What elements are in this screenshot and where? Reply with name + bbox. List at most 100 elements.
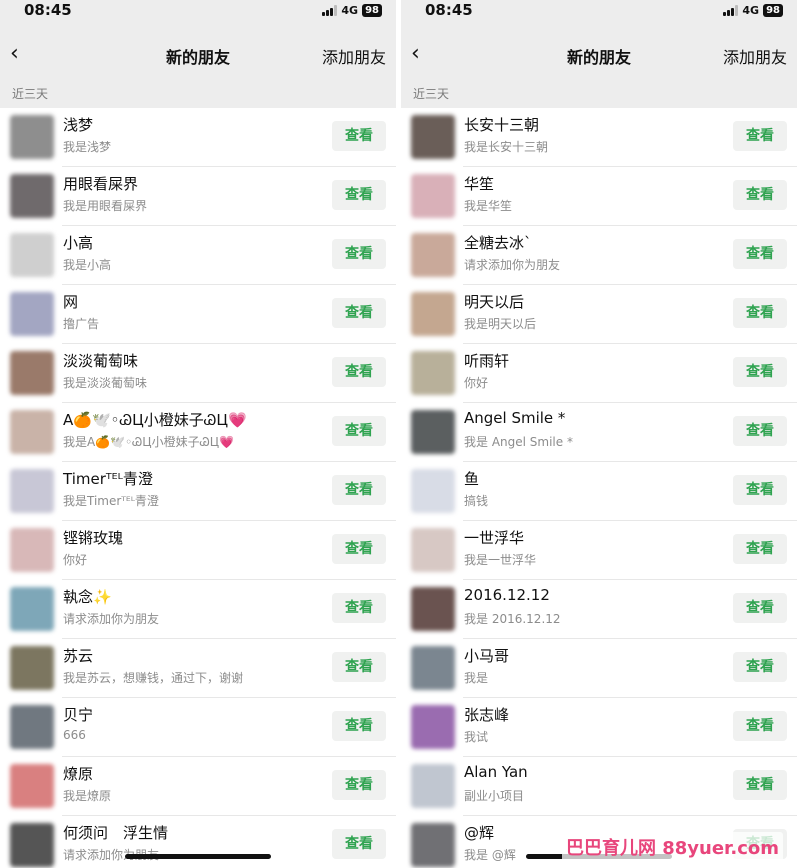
view-button[interactable]: 查看 <box>332 475 386 505</box>
view-button[interactable]: 查看 <box>733 180 787 210</box>
friend-request-row[interactable]: 网撸广告 查看 <box>0 285 396 344</box>
avatar[interactable] <box>411 233 455 277</box>
friend-request-row[interactable]: 執念✨ 请求添加你为朋友 查看 <box>0 580 396 639</box>
nav-bar: ‹ 新的朋友 添加朋友 <box>401 36 797 76</box>
avatar[interactable] <box>10 292 54 336</box>
avatar[interactable] <box>10 469 54 513</box>
network-label: 4G <box>341 4 359 17</box>
view-button[interactable]: 查看 <box>332 239 386 269</box>
friend-request-row[interactable]: 苏云 我是苏云，想赚钱，通过下，谢谢 查看 <box>0 639 396 698</box>
request-message: 我是 Angel Smile * <box>464 435 573 449</box>
avatar[interactable] <box>10 646 54 690</box>
view-button[interactable]: 查看 <box>332 298 386 328</box>
view-button[interactable]: 查看 <box>733 121 787 151</box>
avatar[interactable] <box>10 115 54 159</box>
friend-request-row[interactable]: 一世浮华 我是一世浮华 查看 <box>401 521 797 580</box>
avatar[interactable] <box>10 410 54 454</box>
friend-request-row[interactable]: Timerᵀᴱᴸ青澄 我是Timerᵀᴱᴸ青澄 查看 <box>0 462 396 521</box>
view-button[interactable]: 查看 <box>733 475 787 505</box>
avatar[interactable] <box>10 587 54 631</box>
friend-request-row[interactable]: 全糖去冰` 请求添加你为朋友 查看 <box>401 226 797 285</box>
friend-request-row[interactable]: 小高 我是小高 查看 <box>0 226 396 285</box>
view-button[interactable]: 查看 <box>332 534 386 564</box>
avatar[interactable] <box>10 351 54 395</box>
friend-request-row[interactable]: 鱼搞钱 查看 <box>401 462 797 521</box>
view-button[interactable]: 查看 <box>733 652 787 682</box>
friend-request-row[interactable]: 浅梦 我是浅梦 查看 <box>0 108 396 167</box>
add-friend-button[interactable]: 添加朋友 <box>322 44 386 68</box>
friend-name: 燎原 <box>63 765 94 783</box>
request-message: 我是用眼看屎界 <box>63 199 148 213</box>
avatar[interactable] <box>10 705 54 749</box>
friend-name: @辉 <box>464 824 495 842</box>
avatar[interactable] <box>411 174 455 218</box>
friend-request-row[interactable]: 华笙 我是华笙 查看 <box>401 167 797 226</box>
avatar[interactable] <box>411 528 455 572</box>
request-message: 请求添加你为朋友 <box>63 612 160 626</box>
friend-request-row[interactable]: 铿锵玫瑰 你好 查看 <box>0 521 396 580</box>
request-message: 我是小高 <box>63 258 112 272</box>
view-button[interactable]: 查看 <box>332 829 386 859</box>
friend-request-row[interactable]: 2016.12.12 我是 2016.12.12 查看 <box>401 580 797 639</box>
status-indicators: 4G 98 <box>322 4 382 17</box>
view-button[interactable]: 查看 <box>733 770 787 800</box>
request-message: 我是浅梦 <box>63 140 112 154</box>
section-header: 近三天 <box>0 80 396 108</box>
request-message: 我是淡淡葡萄味 <box>63 376 148 390</box>
request-message: 我是 2016.12.12 <box>464 612 561 626</box>
avatar[interactable] <box>10 233 54 277</box>
friend-request-row[interactable]: 淡淡葡萄味 我是淡淡葡萄味 查看 <box>0 344 396 403</box>
avatar[interactable] <box>10 174 54 218</box>
friend-name: 贝宁 <box>63 706 94 724</box>
friend-request-row[interactable]: 听雨轩 你好 查看 <box>401 344 797 403</box>
view-button[interactable]: 查看 <box>733 711 787 741</box>
view-button[interactable]: 查看 <box>733 534 787 564</box>
friend-request-row[interactable]: 何须问 浮生情 请求添加你为朋友 查看 <box>0 816 396 868</box>
view-button[interactable]: 查看 <box>332 593 386 623</box>
add-friend-button[interactable]: 添加朋友 <box>723 44 787 68</box>
avatar[interactable] <box>411 764 455 808</box>
avatar[interactable] <box>411 351 455 395</box>
view-button[interactable]: 查看 <box>332 416 386 446</box>
friend-request-row[interactable]: 张志峰 我试 查看 <box>401 698 797 757</box>
view-button[interactable]: 查看 <box>733 416 787 446</box>
request-message: 我是明天以后 <box>464 317 537 331</box>
view-button[interactable]: 查看 <box>332 711 386 741</box>
friend-request-row[interactable]: 小马哥 我是 查看 <box>401 639 797 698</box>
avatar[interactable] <box>411 410 455 454</box>
avatar[interactable] <box>411 587 455 631</box>
view-button[interactable]: 查看 <box>332 180 386 210</box>
signal-icon <box>322 5 338 16</box>
view-button[interactable]: 查看 <box>332 121 386 151</box>
view-button[interactable]: 查看 <box>733 593 787 623</box>
friend-request-row[interactable]: Angel Smile * 我是 Angel Smile * 查看 <box>401 403 797 462</box>
avatar[interactable] <box>411 469 455 513</box>
avatar[interactable] <box>411 115 455 159</box>
friend-request-row[interactable]: 长安十三朝 我是长安十三朝 查看 <box>401 108 797 167</box>
friend-request-row[interactable]: 明天以后 我是明天以后 查看 <box>401 285 797 344</box>
screen-left: 08:45 4G 98 ‹ 新的朋友 添加朋友 近三天 浅梦 我是浅梦 查看 用眼看屎… <box>0 0 396 868</box>
friend-request-row[interactable]: 贝宁 666 查看 <box>0 698 396 757</box>
avatar[interactable] <box>411 823 455 867</box>
friend-request-row[interactable]: 用眼看屎界 我是用眼看屎界 查看 <box>0 167 396 226</box>
avatar[interactable] <box>10 823 54 867</box>
view-button[interactable]: 查看 <box>332 652 386 682</box>
avatar[interactable] <box>411 646 455 690</box>
friend-name: 网 <box>63 293 79 311</box>
view-button[interactable]: 查看 <box>733 298 787 328</box>
view-button[interactable]: 查看 <box>332 770 386 800</box>
friend-request-row[interactable]: Alan Yan 副业小项目 查看 <box>401 757 797 816</box>
friend-request-row[interactable]: A🍊🕊️◦ᏊЦ小橙妹子ᏊЦ💗 我是A🍊🕊️◦ᏊЦ小橙妹子ᏊЦ💗 查看 <box>0 403 396 462</box>
avatar[interactable] <box>411 705 455 749</box>
friend-name: Angel Smile * <box>464 409 566 427</box>
view-button[interactable]: 查看 <box>733 357 787 387</box>
avatar[interactable] <box>10 528 54 572</box>
view-button[interactable]: 查看 <box>733 239 787 269</box>
request-message: 我是一世浮华 <box>464 553 537 567</box>
avatar[interactable] <box>10 764 54 808</box>
view-button[interactable]: 查看 <box>332 357 386 387</box>
friend-request-row[interactable]: 燎原 我是燎原 查看 <box>0 757 396 816</box>
avatar[interactable] <box>411 292 455 336</box>
status-indicators: 4G 98 <box>723 4 783 17</box>
status-time: 08:45 <box>425 1 473 19</box>
